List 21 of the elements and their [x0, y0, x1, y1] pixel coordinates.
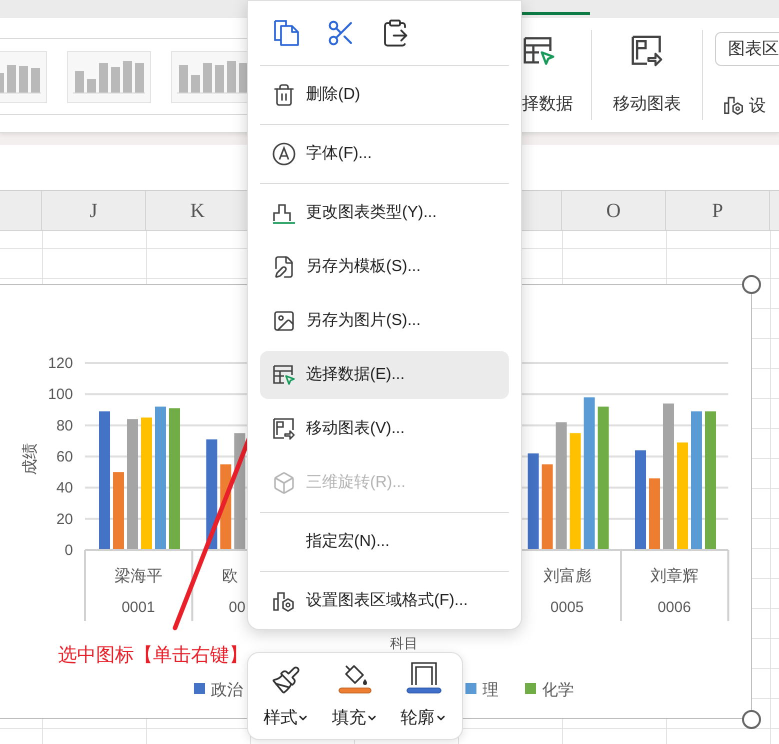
y-tick-label: 120 — [48, 355, 73, 372]
category-code: 0006 — [658, 599, 691, 616]
category-label: 梁海平 — [114, 568, 163, 585]
category-code: 0001 — [122, 599, 155, 616]
y-tick-label: 0 — [64, 542, 73, 559]
category-label: 刘富彪 — [543, 568, 592, 585]
legend-label: 理 — [482, 682, 498, 699]
category-code: 00 — [228, 599, 246, 616]
y-tick-label: 20 — [56, 510, 73, 528]
category-code: 0005 — [550, 599, 584, 616]
category-label: 刘章辉 — [650, 568, 699, 585]
y-tick-label: 60 — [56, 448, 73, 466]
category-label: 欧 — [222, 568, 238, 585]
legend-label: 政治 — [211, 682, 243, 699]
x-axis-title: 科目 — [390, 635, 418, 651]
y-axis-title: 成绩 — [22, 443, 39, 475]
legend-label: 化学 — [542, 682, 574, 699]
annotation-text: 选中图标【单击右键】 — [58, 644, 248, 668]
y-tick-label: 40 — [56, 480, 73, 497]
y-tick-label: 80 — [56, 417, 73, 434]
y-tick-label: 100 — [48, 386, 73, 404]
